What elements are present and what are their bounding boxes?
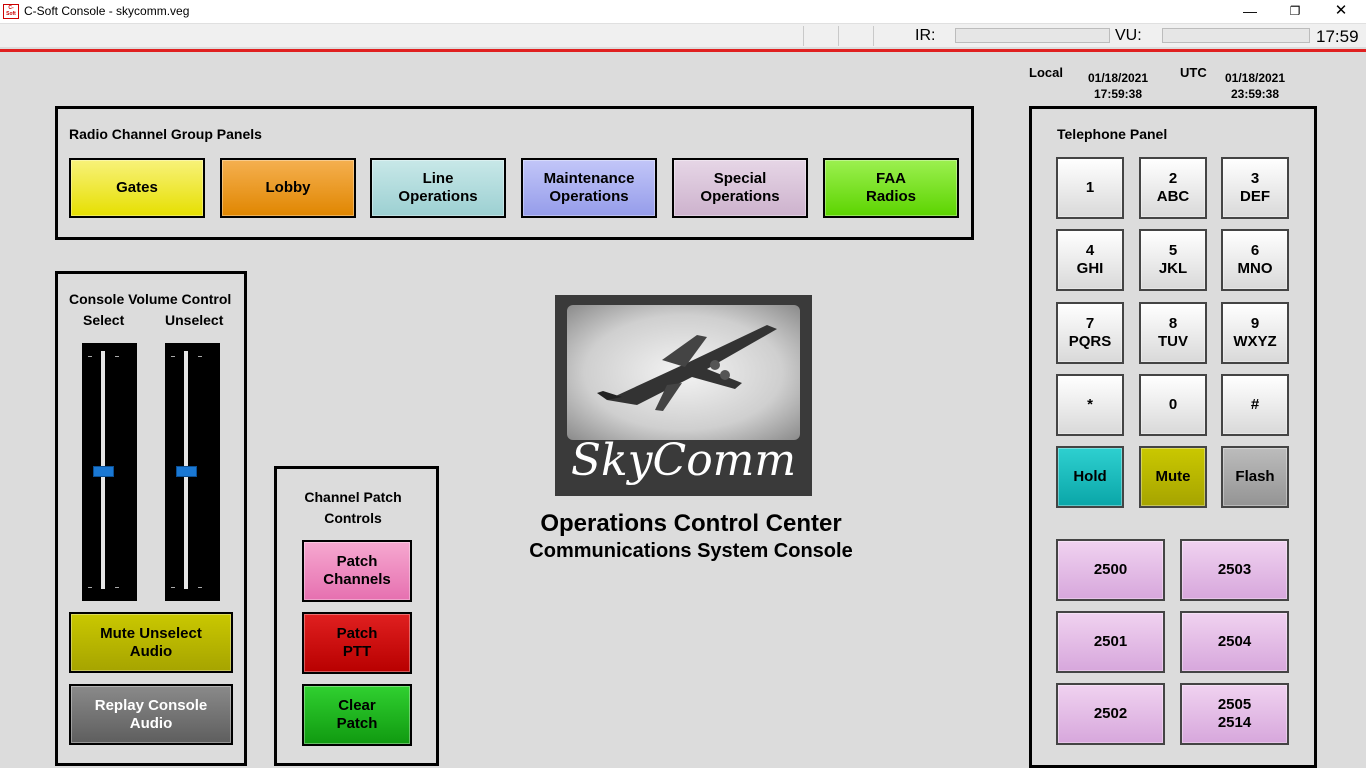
airplane-image bbox=[567, 305, 800, 440]
status-divider bbox=[838, 26, 839, 46]
patch-ptt-button[interactable]: Patch PTT bbox=[302, 612, 412, 674]
status-clock: 17:59 bbox=[1316, 27, 1359, 46]
utc-time: 23:59:38 bbox=[1230, 87, 1280, 101]
dial-key-3[interactable]: 3 DEF bbox=[1221, 157, 1289, 219]
slider-tick bbox=[115, 356, 119, 357]
slider-tick bbox=[171, 356, 175, 357]
unselect-label: Unselect bbox=[165, 312, 224, 328]
dial-key-1[interactable]: 1 bbox=[1056, 157, 1124, 219]
slider-thumb[interactable] bbox=[176, 466, 197, 477]
mute-unselect-audio-button[interactable]: Mute Unselect Audio bbox=[69, 612, 233, 673]
maintenance-operations-button[interactable]: Maintenance Operations bbox=[521, 158, 657, 218]
select-label: Select bbox=[83, 312, 125, 328]
hold-button[interactable]: Hold bbox=[1056, 446, 1124, 508]
dial-key-0[interactable]: 0 bbox=[1139, 374, 1207, 436]
utc-date: 01/18/2021 bbox=[1224, 71, 1286, 85]
ir-meter bbox=[955, 28, 1110, 43]
radio-panel-title: Radio Channel Group Panels bbox=[69, 126, 262, 142]
extension-2505-2514-button[interactable]: 2505 2514 bbox=[1180, 683, 1289, 745]
dial-key-hash[interactable]: # bbox=[1221, 374, 1289, 436]
flash-button[interactable]: Flash bbox=[1221, 446, 1289, 508]
telephone-panel-title: Telephone Panel bbox=[1057, 126, 1168, 142]
faa-radios-button[interactable]: FAA Radios bbox=[823, 158, 959, 218]
window-title: C-Soft Console - skycomm.veg bbox=[24, 4, 190, 18]
status-divider bbox=[873, 26, 874, 46]
minimize-icon[interactable]: — bbox=[1227, 0, 1273, 23]
special-operations-button[interactable]: Special Operations bbox=[672, 158, 808, 218]
slider-tick bbox=[88, 587, 92, 588]
extension-2500-button[interactable]: 2500 bbox=[1056, 539, 1165, 601]
select-volume-slider[interactable] bbox=[82, 343, 137, 601]
extension-2504-button[interactable]: 2504 bbox=[1180, 611, 1289, 673]
extension-2501-button[interactable]: 2501 bbox=[1056, 611, 1165, 673]
dial-key-7[interactable]: 7 PQRS bbox=[1056, 302, 1124, 364]
patch-panel-title: Channel Patch Controls bbox=[304, 489, 402, 526]
header-divider bbox=[0, 49, 1366, 52]
local-date: 01/18/2021 bbox=[1087, 71, 1149, 85]
app-logo-icon: C-Soft bbox=[3, 4, 19, 19]
dial-key-2[interactable]: 2 ABC bbox=[1139, 157, 1207, 219]
window-titlebar: C-Soft C-Soft Console - skycomm.veg — ❐ … bbox=[0, 0, 1366, 23]
slider-tick bbox=[198, 356, 202, 357]
dial-key-5[interactable]: 5 JKL bbox=[1139, 229, 1207, 291]
close-icon[interactable]: ✕ bbox=[1318, 0, 1364, 23]
status-bar: IR: VU: 17:59 bbox=[0, 23, 1366, 47]
unselect-volume-slider[interactable] bbox=[165, 343, 220, 601]
mute-button[interactable]: Mute bbox=[1139, 446, 1207, 508]
extension-2503-button[interactable]: 2503 bbox=[1180, 539, 1289, 601]
clear-patch-button[interactable]: Clear Patch bbox=[302, 684, 412, 746]
vu-label: VU: bbox=[1115, 27, 1142, 44]
line-operations-button[interactable]: Line Operations bbox=[370, 158, 506, 218]
volume-panel-title: Console Volume Control bbox=[69, 291, 232, 307]
slider-tick bbox=[88, 356, 92, 357]
status-divider bbox=[803, 26, 804, 46]
ir-label: IR: bbox=[915, 27, 936, 44]
lobby-button[interactable]: Lobby bbox=[220, 158, 356, 218]
dial-key-6[interactable]: 6 MNO bbox=[1221, 229, 1289, 291]
page-title: Operations Control Center bbox=[540, 510, 842, 537]
slider-thumb[interactable] bbox=[93, 466, 114, 477]
dial-key-4[interactable]: 4 GHI bbox=[1056, 229, 1124, 291]
skycomm-logo: SkyComm bbox=[555, 295, 812, 496]
logo-wordmark: SkyComm bbox=[570, 435, 797, 486]
dial-key-9[interactable]: 9 WXYZ bbox=[1221, 302, 1289, 364]
dial-key-8[interactable]: 8 TUV bbox=[1139, 302, 1207, 364]
gates-button[interactable]: Gates bbox=[69, 158, 205, 218]
local-clock-label: Local bbox=[1029, 65, 1063, 80]
utc-clock-label: UTC bbox=[1180, 65, 1207, 80]
patch-channels-button[interactable]: Patch Channels bbox=[302, 540, 412, 602]
vu-meter bbox=[1162, 28, 1310, 43]
airplane-icon bbox=[597, 325, 777, 411]
slider-tick bbox=[115, 587, 119, 588]
dial-key-star[interactable]: * bbox=[1056, 374, 1124, 436]
replay-console-audio-button[interactable]: Replay Console Audio bbox=[69, 684, 233, 745]
slider-tick bbox=[171, 587, 175, 588]
maximize-icon[interactable]: ❐ bbox=[1272, 0, 1318, 23]
local-time: 17:59:38 bbox=[1093, 87, 1143, 101]
extension-2502-button[interactable]: 2502 bbox=[1056, 683, 1165, 745]
slider-tick bbox=[198, 587, 202, 588]
page-subtitle: Communications System Console bbox=[529, 540, 853, 562]
